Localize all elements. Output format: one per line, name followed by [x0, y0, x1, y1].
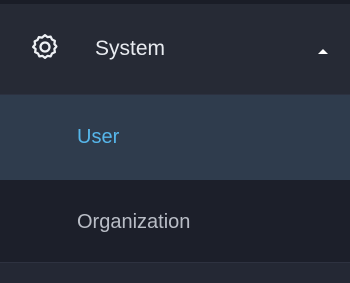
sidebar-item-label: Organization: [77, 211, 191, 233]
sidebar-menu: System User Organization: [0, 0, 350, 283]
sidebar-item-label: User: [77, 126, 120, 148]
sidebar-divider: [0, 262, 350, 283]
sidebar-item-user[interactable]: User: [0, 95, 350, 180]
gear-icon: [28, 30, 62, 64]
sidebar-group-system[interactable]: System: [0, 4, 350, 95]
chevron-up-icon: [316, 46, 330, 56]
sidebar-submenu: User Organization: [0, 95, 350, 265]
sidebar-item-organization[interactable]: Organization: [0, 180, 350, 265]
sidebar-group-label: System: [95, 37, 166, 60]
